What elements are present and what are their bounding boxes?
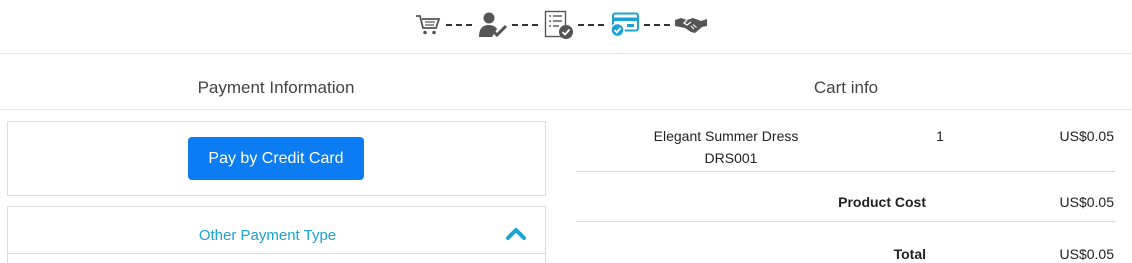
product-quantity: 1 bbox=[936, 128, 944, 144]
step-connector bbox=[512, 24, 538, 26]
total-label: Total bbox=[893, 246, 926, 262]
product-name: Elegant Summer Dress bbox=[653, 128, 799, 144]
chevron-up-icon[interactable] bbox=[505, 227, 527, 241]
divider bbox=[576, 171, 1115, 172]
cart-info-title: Cart info bbox=[813, 78, 879, 97]
pay-by-credit-card-button[interactable]: Pay by Credit Card bbox=[188, 137, 364, 180]
product-cost-label: Product Cost bbox=[838, 194, 926, 210]
step-connector bbox=[446, 24, 472, 26]
product-sku: DRS001 bbox=[704, 150, 758, 166]
step-connector bbox=[578, 24, 604, 26]
divider bbox=[0, 109, 1132, 110]
handshake-icon bbox=[674, 8, 708, 42]
credit-card-icon bbox=[610, 8, 640, 42]
user-check-icon bbox=[478, 8, 508, 42]
payment-information-title: Payment Information bbox=[197, 78, 355, 97]
other-payment-panel[interactable]: Other Payment Type bbox=[7, 206, 546, 263]
checklist-icon bbox=[544, 8, 574, 42]
step-connector bbox=[644, 24, 670, 26]
other-payment-type-label[interactable]: Other Payment Type bbox=[8, 227, 527, 244]
checkout-progress bbox=[0, 0, 1132, 54]
divider bbox=[8, 253, 545, 254]
cart-icon bbox=[414, 8, 442, 42]
product-cost-value: US$0.05 bbox=[1059, 194, 1114, 210]
product-price: US$0.05 bbox=[1059, 128, 1114, 144]
total-value: US$0.05 bbox=[1059, 246, 1114, 262]
credit-card-panel: Pay by Credit Card bbox=[7, 121, 546, 196]
divider bbox=[576, 221, 1115, 222]
